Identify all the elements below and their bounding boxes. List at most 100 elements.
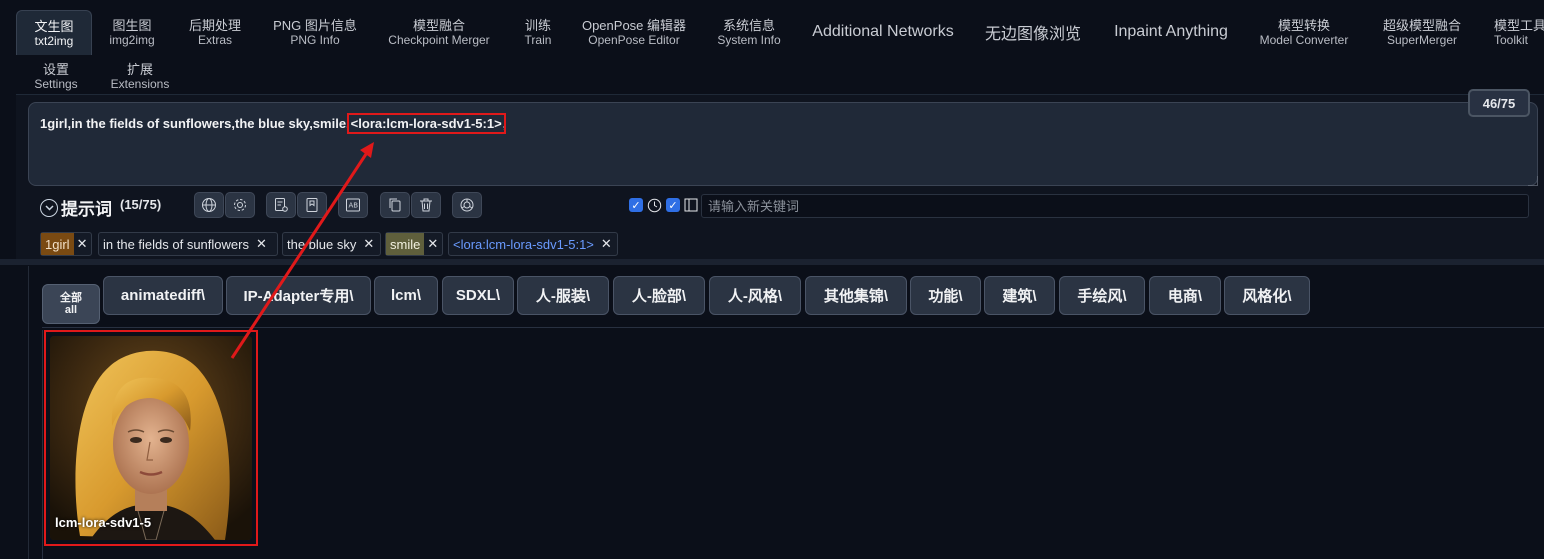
close-icon[interactable]: ✕ (360, 236, 379, 252)
tab-label-en: OpenPose Editor (588, 32, 680, 47)
tab-system-info[interactable]: 系统信息 System Info (712, 12, 786, 52)
translate-button[interactable]: AB (338, 192, 368, 218)
checkbox-2[interactable]: ✓ (666, 198, 680, 212)
settings-button[interactable] (225, 192, 255, 218)
tab-openpose-editor[interactable]: OpenPose 编辑器 OpenPose Editor (580, 12, 688, 52)
openai-icon (460, 198, 474, 212)
prompt-section-toggle[interactable]: 提示词 (40, 195, 112, 220)
new-keyword-input[interactable] (701, 194, 1529, 218)
tab-label-zh: PNG 图片信息 (273, 17, 357, 33)
tab-label-zh: 模型工具 (1494, 17, 1544, 33)
tab-label-en: Train (524, 32, 552, 47)
openai-button[interactable] (452, 192, 482, 218)
lora-card[interactable] (50, 336, 252, 540)
doc-settings-button[interactable] (266, 192, 296, 218)
close-icon[interactable]: ✕ (74, 236, 93, 252)
category-button[interactable]: 风格化\ (1224, 276, 1310, 315)
category-button[interactable]: 电商\ (1149, 276, 1221, 315)
tag-label: <lora:lcm-lora-sdv1-5:1> (453, 236, 594, 252)
tab-label-zh: 模型转换 (1277, 17, 1330, 33)
tag-label: 1girl (41, 233, 74, 255)
bookmark-button[interactable] (297, 192, 327, 218)
gear-icon (234, 199, 246, 211)
close-icon[interactable]: ✕ (424, 236, 443, 252)
tab-label-en: Model Converter (1259, 32, 1349, 47)
tab-label-zh: 扩展 (126, 61, 153, 77)
category-button[interactable]: 建筑\ (984, 276, 1055, 315)
tab-txt2img[interactable]: 文生图 txt2img (16, 10, 92, 55)
copy-icon (389, 198, 401, 212)
category-button[interactable]: 其他集锦\ (805, 276, 907, 315)
category-button[interactable]: 人-服装\ (517, 276, 609, 315)
lora-highlight: <lora:lcm-lora-sdv1-5:1> (346, 113, 506, 134)
tab-label-zh: 超级模型融合 (1382, 17, 1461, 33)
tab-inpaint-anything[interactable]: Inpaint Anything (1108, 12, 1234, 52)
globe-button[interactable] (194, 192, 224, 218)
tag-label: in the fields of sunflowers (103, 236, 249, 252)
clock-icon (646, 197, 662, 213)
prompt-tag[interactable]: smile ✕ (385, 232, 443, 256)
prompt-section-title: 提示词 (61, 200, 112, 219)
tab-model-converter[interactable]: 模型转换 Model Converter (1254, 12, 1354, 52)
prompt-text: 1girl,in the fields of sunflowers,the bl… (40, 113, 507, 134)
prompt-tag[interactable]: the blue sky ✕ (282, 232, 381, 256)
prompt-textarea[interactable] (28, 102, 1538, 186)
delete-button[interactable] (411, 192, 441, 218)
prompt-tag[interactable]: <lora:lcm-lora-sdv1-5:1> ✕ (448, 232, 618, 256)
category-button[interactable]: lcm\ (374, 276, 438, 315)
tab-infinite-image-browsing[interactable]: 无边图像浏览 (978, 12, 1088, 52)
category-button[interactable]: 人-脸部\ (613, 276, 705, 315)
prompt-tag[interactable]: in the fields of sunflowers ✕ (98, 232, 278, 256)
category-button[interactable]: 功能\ (910, 276, 981, 315)
category-button[interactable]: animatediff\ (103, 276, 223, 315)
tab-supermerger[interactable]: 超级模型融合 SuperMerger (1374, 12, 1470, 52)
lora-thumbnail (50, 336, 252, 540)
tab-additional-networks[interactable]: Additional Networks (808, 12, 958, 52)
category-button[interactable]: IP-Adapter专用\ (226, 276, 371, 315)
resize-handle[interactable] (1528, 176, 1538, 186)
chevron-down-icon (40, 198, 58, 217)
tab-img2img[interactable]: 图生图 img2img (100, 12, 164, 52)
token-counter: 46/75 (1468, 89, 1530, 117)
category-button[interactable]: 手绘风\ (1059, 276, 1145, 315)
trash-icon (420, 198, 432, 212)
translate-icon: AB (346, 198, 360, 212)
category-button[interactable]: 人-风格\ (709, 276, 801, 315)
prompt-tag-count: (15/75) (120, 197, 162, 212)
tab-checkpoint-merger[interactable]: 模型融合 Checkpoint Merger (382, 12, 496, 52)
svg-text:AB: AB (349, 202, 359, 210)
tab-label-zh: 训练 (524, 17, 551, 33)
tab-label-en: Settings (34, 76, 78, 91)
close-icon[interactable]: ✕ (598, 236, 617, 252)
tab-label-zh: 模型融合 (412, 17, 465, 33)
tab-label-zh: OpenPose 编辑器 (581, 17, 687, 33)
category-all-en: all (64, 304, 78, 316)
tab-extensions[interactable]: 扩展 Extensions (106, 60, 174, 92)
tab-png-info[interactable]: PNG 图片信息 PNG Info (268, 12, 362, 52)
tab-label-en: PNG Info (290, 32, 340, 47)
tab-settings[interactable]: 设置 Settings (28, 60, 84, 92)
panel-divider (0, 259, 1544, 265)
tab-toolkit[interactable]: 模型工具 Toolkit (1490, 12, 1544, 52)
tab-label-en: Extras (197, 32, 232, 47)
tab-label-zh: 系统信息 (722, 17, 775, 33)
prompt-text-tail: , (502, 116, 507, 131)
prompt-text-main: 1girl,in the fields of sunflowers,the bl… (40, 116, 350, 131)
tab-label-en: Extensions (110, 76, 170, 91)
globe-icon (202, 198, 216, 212)
category-button[interactable]: SDXL\ (442, 276, 514, 315)
tab-label-zh: 文生图 (34, 18, 74, 34)
bookmark-icon (306, 198, 318, 212)
prompt-tag[interactable]: 1girl ✕ (40, 232, 92, 256)
tab-train[interactable]: 训练 Train (516, 12, 560, 52)
tab-label: 无边图像浏览 (984, 26, 1081, 43)
tab-label-zh: 设置 (42, 61, 69, 77)
close-icon[interactable]: ✕ (253, 236, 272, 252)
tab-label-en: Toolkit (1494, 32, 1529, 47)
category-all-button[interactable]: 全部 all (42, 284, 100, 324)
checkbox-1[interactable]: ✓ (629, 198, 643, 212)
tab-extras[interactable]: 后期处理 Extras (180, 12, 250, 52)
tab-label-zh: 后期处理 (188, 17, 241, 33)
copy-button[interactable] (380, 192, 410, 218)
tag-label: smile (386, 233, 425, 255)
